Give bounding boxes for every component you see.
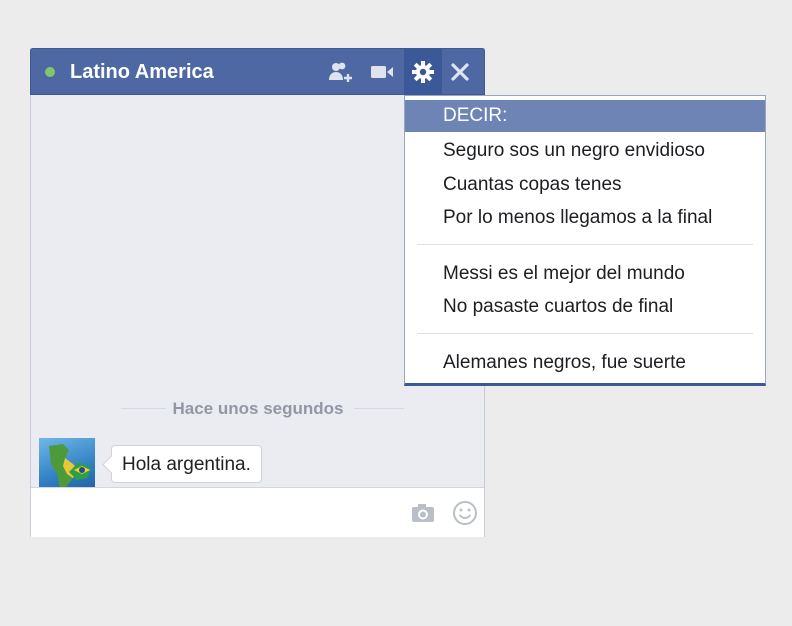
timestamp-divider-left <box>121 408 166 409</box>
add-friend-icon[interactable] <box>327 59 353 85</box>
timestamp-divider-right <box>354 408 404 409</box>
chat-header[interactable]: Latino America <box>30 48 485 95</box>
menu-header: DECIR: <box>405 100 765 132</box>
video-call-icon[interactable] <box>369 59 395 85</box>
online-status-dot <box>45 67 55 77</box>
chat-title[interactable]: Latino America <box>70 61 214 84</box>
gear-icon <box>410 59 436 85</box>
menu-item-copas[interactable]: Cuantas copas tenes <box>405 168 765 202</box>
settings-button[interactable] <box>404 49 442 95</box>
menu-item-messi[interactable]: Messi es el mejor del mundo <box>405 257 765 291</box>
menu-item-final[interactable]: Por lo menos llegamos a la final <box>405 201 765 235</box>
message-composer[interactable] <box>31 487 484 537</box>
settings-dropdown-menu: DECIR: Seguro sos un negro envidioso Cua… <box>404 95 766 386</box>
message-bubble[interactable]: Hola argentina. <box>111 445 262 483</box>
menu-item-cuartos[interactable]: No pasaste cuartos de final <box>405 290 765 324</box>
avatar[interactable] <box>39 438 95 494</box>
menu-item-seguro[interactable]: Seguro sos un negro envidioso <box>405 134 765 168</box>
menu-divider <box>417 244 753 245</box>
message-input[interactable] <box>37 496 401 530</box>
map-avatar-image <box>49 444 91 492</box>
camera-icon[interactable] <box>409 499 437 527</box>
emoji-icon[interactable] <box>451 499 479 527</box>
message-timestamp: Hace unos segundos <box>172 399 344 418</box>
menu-divider <box>417 333 753 334</box>
menu-item-alemanes[interactable]: Alemanes negros, fue suerte <box>405 346 765 380</box>
close-icon[interactable] <box>447 59 473 85</box>
